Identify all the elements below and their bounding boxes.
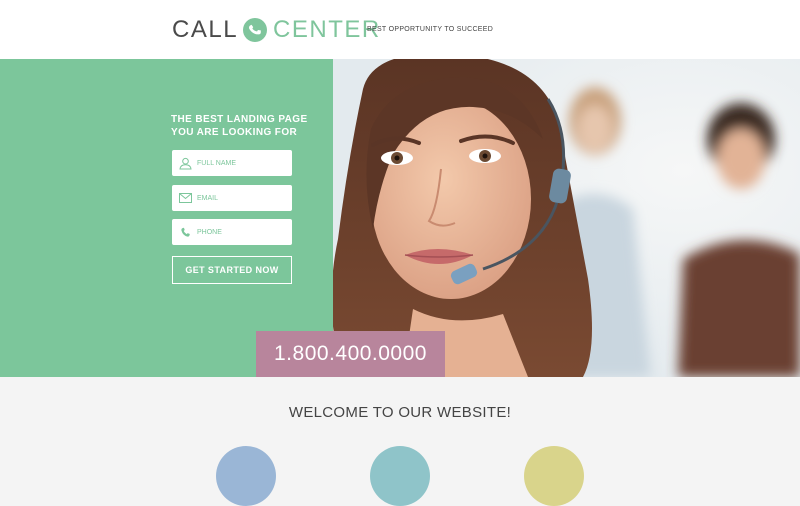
hero-section: THE BEST LANDING PAGE YOU ARE LOOKING FO…	[0, 59, 800, 377]
logo[interactable]: CALL CENTER	[172, 14, 381, 46]
tagline: BEST OPPORTUNITY TO SUCCEED	[367, 26, 494, 33]
phone-icon	[243, 18, 268, 42]
full-name-field[interactable]	[172, 150, 292, 176]
get-started-button[interactable]: GET STARTED NOW	[172, 256, 292, 284]
feature-circle-1	[216, 446, 276, 506]
email-field[interactable]	[172, 185, 292, 211]
site-header: CALL CENTER BEST OPPORTUNITY TO SUCCEED	[0, 0, 800, 59]
welcome-heading: WELCOME TO OUR WEBSITE!	[288, 404, 512, 421]
envelope-icon	[178, 191, 192, 205]
phone-field[interactable]	[172, 219, 292, 245]
feature-circle-3	[524, 446, 584, 506]
phone-icon	[178, 225, 192, 239]
logo-text-center: CENTER	[273, 16, 381, 43]
phone-input[interactable]	[197, 228, 287, 236]
logo-text-call: CALL	[172, 16, 239, 43]
hero-title-line-1: THE BEST LANDING PAGE	[171, 114, 308, 125]
hero-photo	[333, 59, 800, 377]
hero-title-line-2: YOU ARE LOOKING FOR	[171, 126, 298, 138]
hero-title: THE BEST LANDING PAGE YOU ARE LOOKING FO…	[171, 114, 308, 139]
phone-number-banner[interactable]: 1.800.400.0000	[256, 331, 445, 377]
feature-circle-2	[370, 446, 430, 506]
hero-form-panel	[0, 59, 333, 377]
full-name-input[interactable]	[197, 159, 287, 167]
email-input[interactable]	[197, 194, 287, 202]
user-icon	[178, 156, 192, 170]
